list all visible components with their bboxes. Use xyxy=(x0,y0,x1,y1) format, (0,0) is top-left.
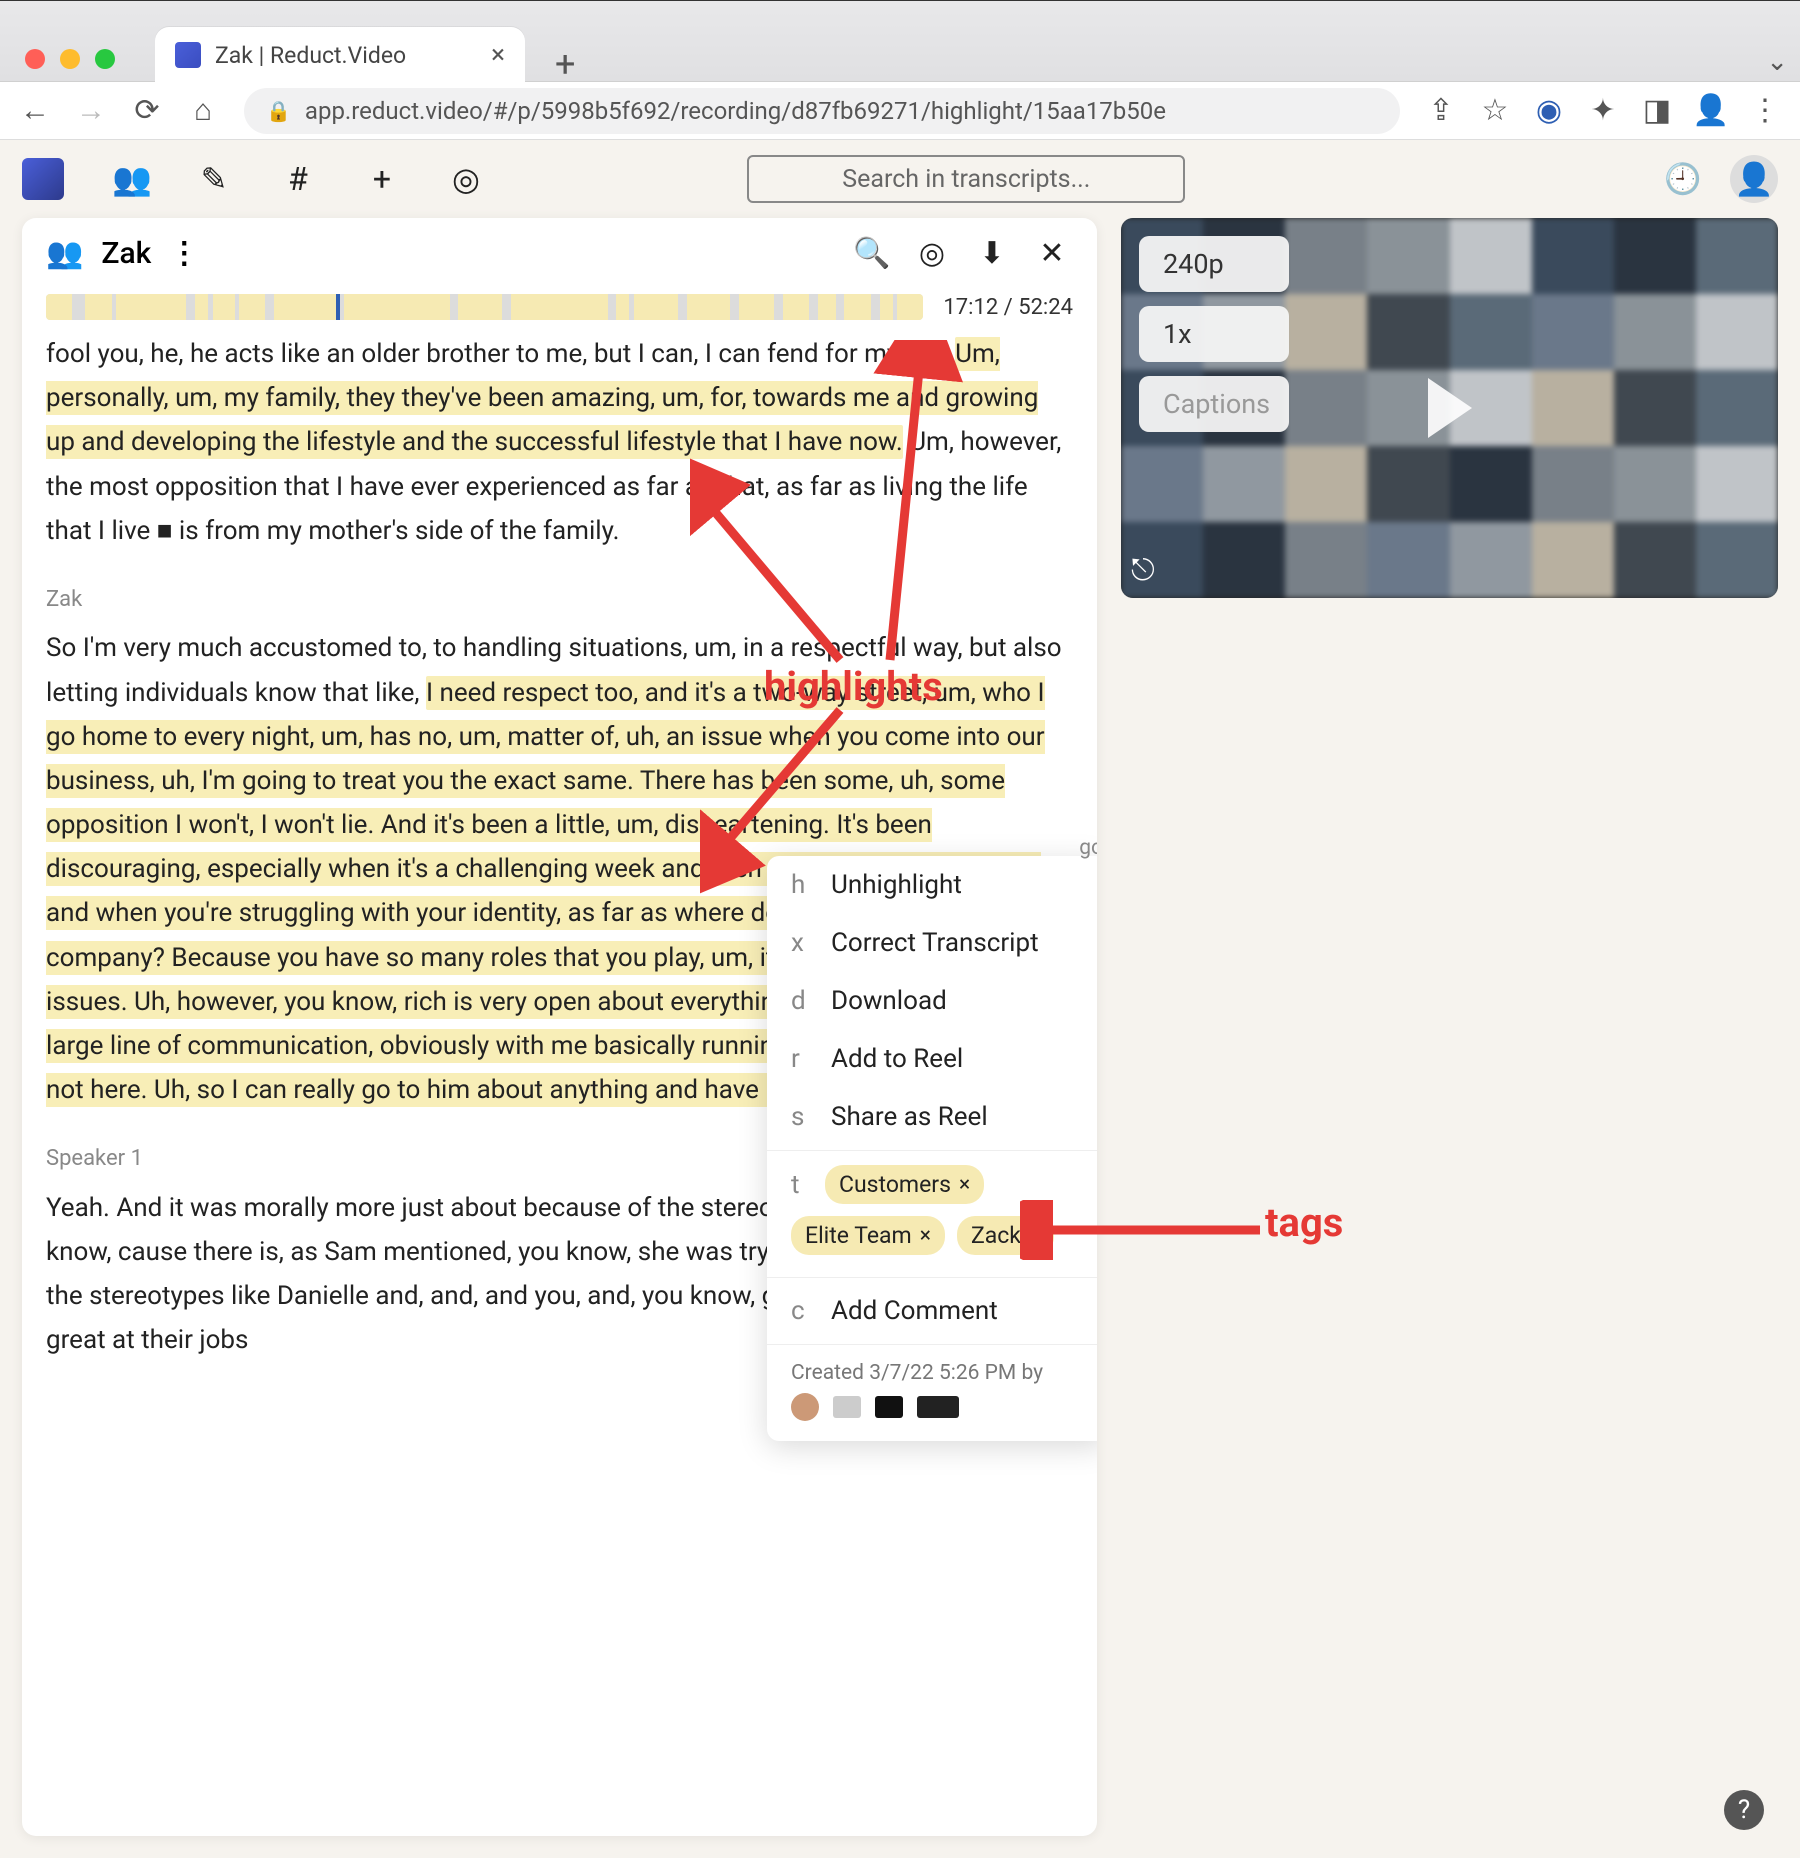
add-icon[interactable]: + xyxy=(364,160,400,198)
browser-tab[interactable]: Zak | Reduct.Video × xyxy=(155,27,525,83)
speaker-label: Zak xyxy=(46,581,1073,618)
review-icon-2[interactable]: ◎ xyxy=(911,236,953,271)
tag-chip[interactable]: Elite Team× xyxy=(791,1216,945,1255)
share-icon[interactable]: ⇪ xyxy=(1426,96,1456,126)
timeline-row: 17:12 / 52:24 xyxy=(22,288,1097,332)
timestamp-ago: go xyxy=(1079,836,1097,860)
search-placeholder: Search in transcripts... xyxy=(842,165,1090,194)
menu-item-correct-transcript[interactable]: xCorrect Transcript xyxy=(767,914,1097,972)
url-text: app.reduct.video/#/p/5998b5f692/recordin… xyxy=(305,97,1166,125)
menu-item-add-to-reel[interactable]: rAdd to Reel xyxy=(767,1030,1097,1088)
maximize-window-icon[interactable] xyxy=(95,49,115,69)
cast-icon[interactable]: ⎋ xyxy=(1131,553,1155,588)
history-icon[interactable]: 🕘 xyxy=(1664,162,1700,197)
extension-icon-1[interactable]: ◉ xyxy=(1534,96,1564,126)
search-input[interactable]: Search in transcripts... xyxy=(747,155,1185,203)
new-tab-button[interactable]: + xyxy=(555,43,575,85)
app-toolbar: 👥 ✎ # + ◎ Search in transcripts... 🕘 👤 xyxy=(0,140,1800,218)
address-bar[interactable]: 🔒 app.reduct.video/#/p/5998b5f692/record… xyxy=(244,88,1400,134)
forward-button[interactable]: → xyxy=(76,96,106,126)
user-avatar[interactable]: 👤 xyxy=(1730,155,1778,203)
created-by-label: Created 3/7/22 5:26 PM by xyxy=(767,1349,1097,1393)
redacted-block xyxy=(917,1396,959,1418)
lock-icon: 🔒 xyxy=(266,99,291,123)
remove-tag-icon[interactable]: × xyxy=(959,1173,970,1197)
close-window-icon[interactable] xyxy=(25,49,45,69)
search-icon[interactable]: 🔍 xyxy=(851,236,893,271)
tag-section: t Customers× Elite Team× Zack× xyxy=(767,1155,1097,1273)
bookmark-icon[interactable]: ☆ xyxy=(1480,96,1510,126)
user-avatar-small xyxy=(791,1393,819,1421)
quality-button[interactable]: 240p xyxy=(1139,236,1289,292)
browser-nav-bar: ← → ⟳ ⌂ 🔒 app.reduct.video/#/p/5998b5f69… xyxy=(0,82,1800,140)
video-player[interactable]: 240p 1x Captions ⎋ xyxy=(1121,218,1778,598)
transcript-paragraph: fool you, he, he acts like an older brot… xyxy=(46,332,1073,553)
menu-item-download[interactable]: dDownload xyxy=(767,972,1097,1030)
created-by-users xyxy=(767,1393,1097,1441)
menu-item-unhighlight[interactable]: hUnhighlight xyxy=(767,856,1097,914)
close-tab-icon[interactable]: × xyxy=(491,40,505,70)
side-panel-icon[interactable]: ◨ xyxy=(1642,96,1672,126)
speakers-icon[interactable]: 👥 xyxy=(46,236,83,271)
window-controls[interactable] xyxy=(25,49,115,69)
back-button[interactable]: ← xyxy=(20,96,50,126)
home-button[interactable]: ⌂ xyxy=(188,96,218,126)
close-panel-icon[interactable]: ✕ xyxy=(1031,236,1073,271)
tag-shortcut-key: t xyxy=(791,1170,809,1200)
time-indicator: 17:12 / 52:24 xyxy=(943,295,1073,320)
highlight-context-menu: go hUnhighlightxCorrect TranscriptdDownl… xyxy=(767,856,1097,1441)
minimize-window-icon[interactable] xyxy=(60,49,80,69)
redacted-block xyxy=(833,1396,861,1418)
tab-title: Zak | Reduct.Video xyxy=(215,42,477,69)
recording-title: Zak xyxy=(101,236,151,271)
timeline[interactable] xyxy=(46,294,923,320)
redacted-block xyxy=(875,1396,903,1418)
browser-menu-icon[interactable]: ⋮ xyxy=(1750,96,1780,126)
highlighter-icon[interactable]: ✎ xyxy=(196,160,232,198)
speed-button[interactable]: 1x xyxy=(1139,306,1289,362)
profile-icon[interactable]: 👤 xyxy=(1696,96,1726,126)
tag-chip[interactable]: Customers× xyxy=(825,1165,984,1204)
help-button[interactable]: ? xyxy=(1724,1790,1764,1830)
extensions-icon[interactable]: ✦ xyxy=(1588,96,1618,126)
play-icon[interactable] xyxy=(1428,378,1472,438)
hashtag-icon[interactable]: # xyxy=(280,160,316,198)
recordings-icon[interactable]: 👥 xyxy=(112,160,148,198)
captions-button[interactable]: Captions xyxy=(1139,376,1289,432)
recording-menu-icon[interactable]: ⋮ xyxy=(169,236,199,271)
reload-button[interactable]: ⟳ xyxy=(132,96,162,126)
add-comment-item[interactable]: c Add Comment xyxy=(767,1282,1097,1340)
tabs-overflow-icon[interactable]: ⌄ xyxy=(1766,47,1788,77)
menu-item-share-as-reel[interactable]: sShare as Reel xyxy=(767,1088,1097,1146)
tab-favicon xyxy=(175,42,201,68)
download-icon[interactable]: ⬇ xyxy=(971,236,1013,271)
transcript-panel: 👥 Zak ⋮ 🔍 ◎ ⬇ ✕ 17:12 / 52:24 fool you, … xyxy=(22,218,1097,1836)
browser-tab-strip: Zak | Reduct.Video × + ⌄ xyxy=(0,0,1800,82)
recording-header: 👥 Zak ⋮ 🔍 ◎ ⬇ ✕ xyxy=(22,218,1097,288)
tag-chip[interactable]: Zack× xyxy=(957,1216,1054,1255)
review-icon[interactable]: ◎ xyxy=(448,160,484,198)
remove-tag-icon[interactable]: × xyxy=(920,1224,931,1248)
remove-tag-icon[interactable]: × xyxy=(1029,1224,1040,1248)
app-logo[interactable] xyxy=(22,158,64,200)
